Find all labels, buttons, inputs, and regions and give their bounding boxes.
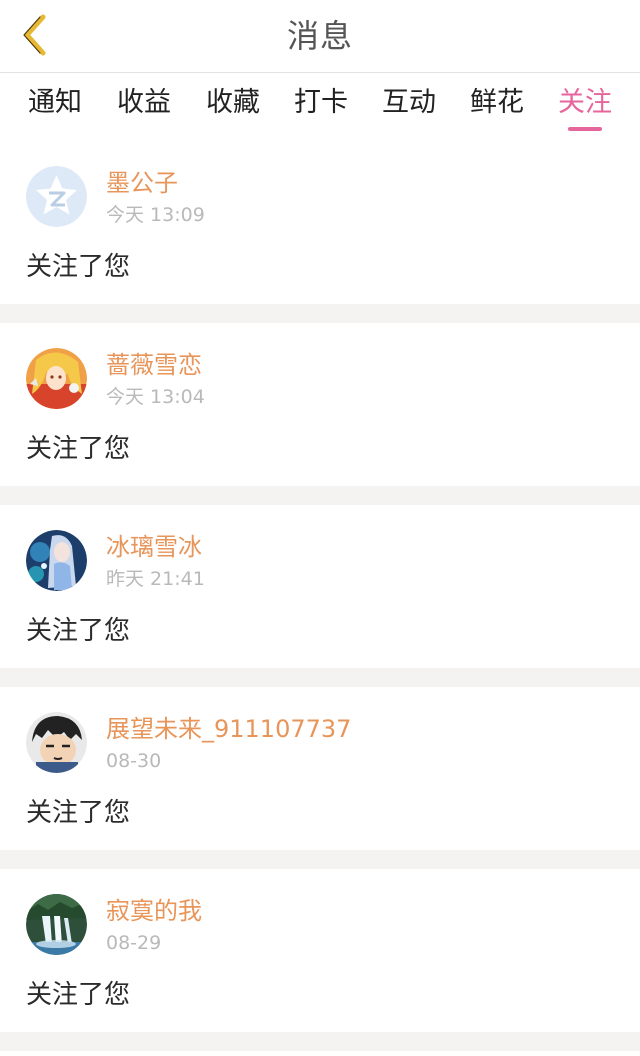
avatar[interactable] (26, 530, 87, 591)
notification-list: 墨公子 今天 13:09 关注了您 蔷薇雪恋 今天 13:04 关注了您 冰璃雪… (0, 141, 640, 1051)
app-header: 消息 (0, 0, 640, 73)
tab-flowers[interactable]: 鲜花 (462, 73, 532, 133)
user-name[interactable]: 寂寞的我 (106, 895, 202, 927)
tab-earnings[interactable]: 收益 (109, 73, 179, 133)
divider (0, 486, 640, 505)
page-title: 消息 (286, 17, 353, 55)
message-text: 关注了您 (26, 798, 131, 828)
tab-interaction[interactable]: 互动 (374, 73, 444, 133)
avatar[interactable] (26, 348, 87, 409)
tab-notice[interactable]: 通知 (20, 73, 90, 133)
cartoon-boy-avatar-icon (26, 712, 87, 773)
anime-girl-avatar-icon (26, 348, 87, 409)
waterfall-avatar-icon (26, 894, 87, 955)
message-text: 关注了您 (26, 616, 131, 646)
avatar[interactable] (26, 712, 87, 773)
fantasy-girl-avatar-icon (26, 530, 87, 591)
timestamp: 08-30 (106, 750, 162, 772)
list-item[interactable]: 冰璃雪冰 昨天 21:41 关注了您 (0, 505, 640, 668)
divider (0, 850, 640, 869)
default-qq-avatar-icon (26, 166, 87, 227)
divider (0, 668, 640, 687)
list-item[interactable]: 展望未来_911107737 08-30 关注了您 (0, 687, 640, 850)
tab-checkin[interactable]: 打卡 (286, 73, 356, 133)
tab-follow[interactable]: 关注 (550, 73, 620, 133)
user-name[interactable]: 展望未来_911107737 (106, 713, 351, 745)
divider (0, 304, 640, 323)
message-text: 关注了您 (26, 252, 131, 282)
avatar[interactable] (26, 166, 87, 227)
active-tab-indicator (568, 127, 602, 131)
timestamp: 今天 13:09 (106, 204, 205, 226)
list-item[interactable]: 寂寞的我 08-29 关注了您 (0, 869, 640, 1032)
timestamp: 08-29 (106, 932, 162, 954)
user-name[interactable]: 蔷薇雪恋 (106, 349, 202, 381)
user-name[interactable]: 冰璃雪冰 (106, 531, 202, 563)
divider (0, 1032, 640, 1051)
avatar[interactable] (26, 894, 87, 955)
message-text: 关注了您 (26, 434, 131, 464)
message-text: 关注了您 (26, 980, 131, 1010)
list-item[interactable]: 蔷薇雪恋 今天 13:04 关注了您 (0, 323, 640, 486)
tab-bar: 通知 收益 收藏 打卡 互动 鲜花 关注 (0, 73, 640, 141)
timestamp: 昨天 21:41 (106, 568, 205, 590)
timestamp: 今天 13:04 (106, 386, 205, 408)
tab-favorites[interactable]: 收藏 (198, 73, 268, 133)
user-name[interactable]: 墨公子 (106, 167, 178, 199)
list-item[interactable]: 墨公子 今天 13:09 关注了您 (0, 141, 640, 304)
